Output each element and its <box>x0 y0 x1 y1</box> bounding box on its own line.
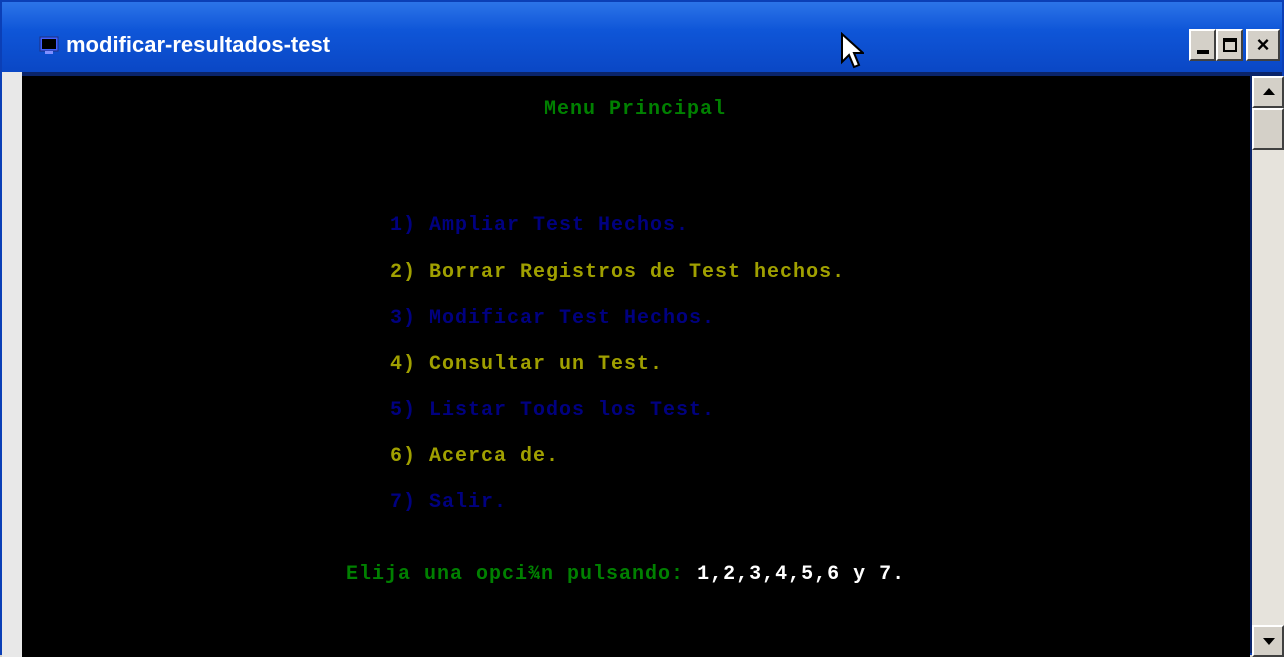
menu-item-5: 5) Listar Todos los Test. <box>390 399 716 422</box>
close-icon: × <box>1256 32 1270 57</box>
menu-item-6: 6) Acerca de. <box>390 445 560 468</box>
arrow-up-icon <box>1263 88 1275 95</box>
mouse-cursor-icon <box>841 32 864 69</box>
menu-heading: Menu Principal <box>544 98 727 121</box>
close-button[interactable]: × <box>1246 29 1280 61</box>
console-window: modificar-resultados-test × Menu Princip… <box>0 0 1284 657</box>
menu-item-7: 7) Salir. <box>390 491 508 514</box>
menu-item-2: 2) Borrar Registros de Test hechos. <box>390 261 846 284</box>
minimize-icon <box>1196 50 1209 54</box>
window-title: modificar-resultados-test <box>66 32 331 57</box>
menu-item-1: 1) Ampliar Test Hechos. <box>390 214 690 237</box>
prompt-text: Elija una opci¾n pulsando: <box>346 563 685 586</box>
maximize-button[interactable] <box>1216 29 1243 61</box>
window-frame-left <box>2 72 22 657</box>
vertical-scrollbar[interactable] <box>1252 76 1284 657</box>
maximize-icon <box>1222 38 1237 52</box>
menu-item-4: 4) Consultar un Test. <box>390 353 664 376</box>
minimize-button[interactable] <box>1189 29 1216 61</box>
console-app-icon <box>39 36 59 54</box>
menu-item-3: 3) Modificar Test Hechos. <box>390 307 716 330</box>
scroll-down-button[interactable] <box>1252 625 1284 657</box>
scrollbar-thumb[interactable] <box>1252 108 1284 150</box>
prompt-keys: 1,2,3,4,5,6 y 7. <box>697 563 906 586</box>
option-prompt: Elija una opci¾n pulsando: 1,2,3,4,5,6 y… <box>346 563 905 586</box>
console-output[interactable]: Menu Principal 1) Ampliar Test Hechos. 2… <box>22 76 1250 657</box>
arrow-down-icon <box>1263 638 1275 645</box>
title-bar[interactable]: modificar-resultados-test × <box>2 2 1282 72</box>
scroll-up-button[interactable] <box>1252 76 1284 108</box>
